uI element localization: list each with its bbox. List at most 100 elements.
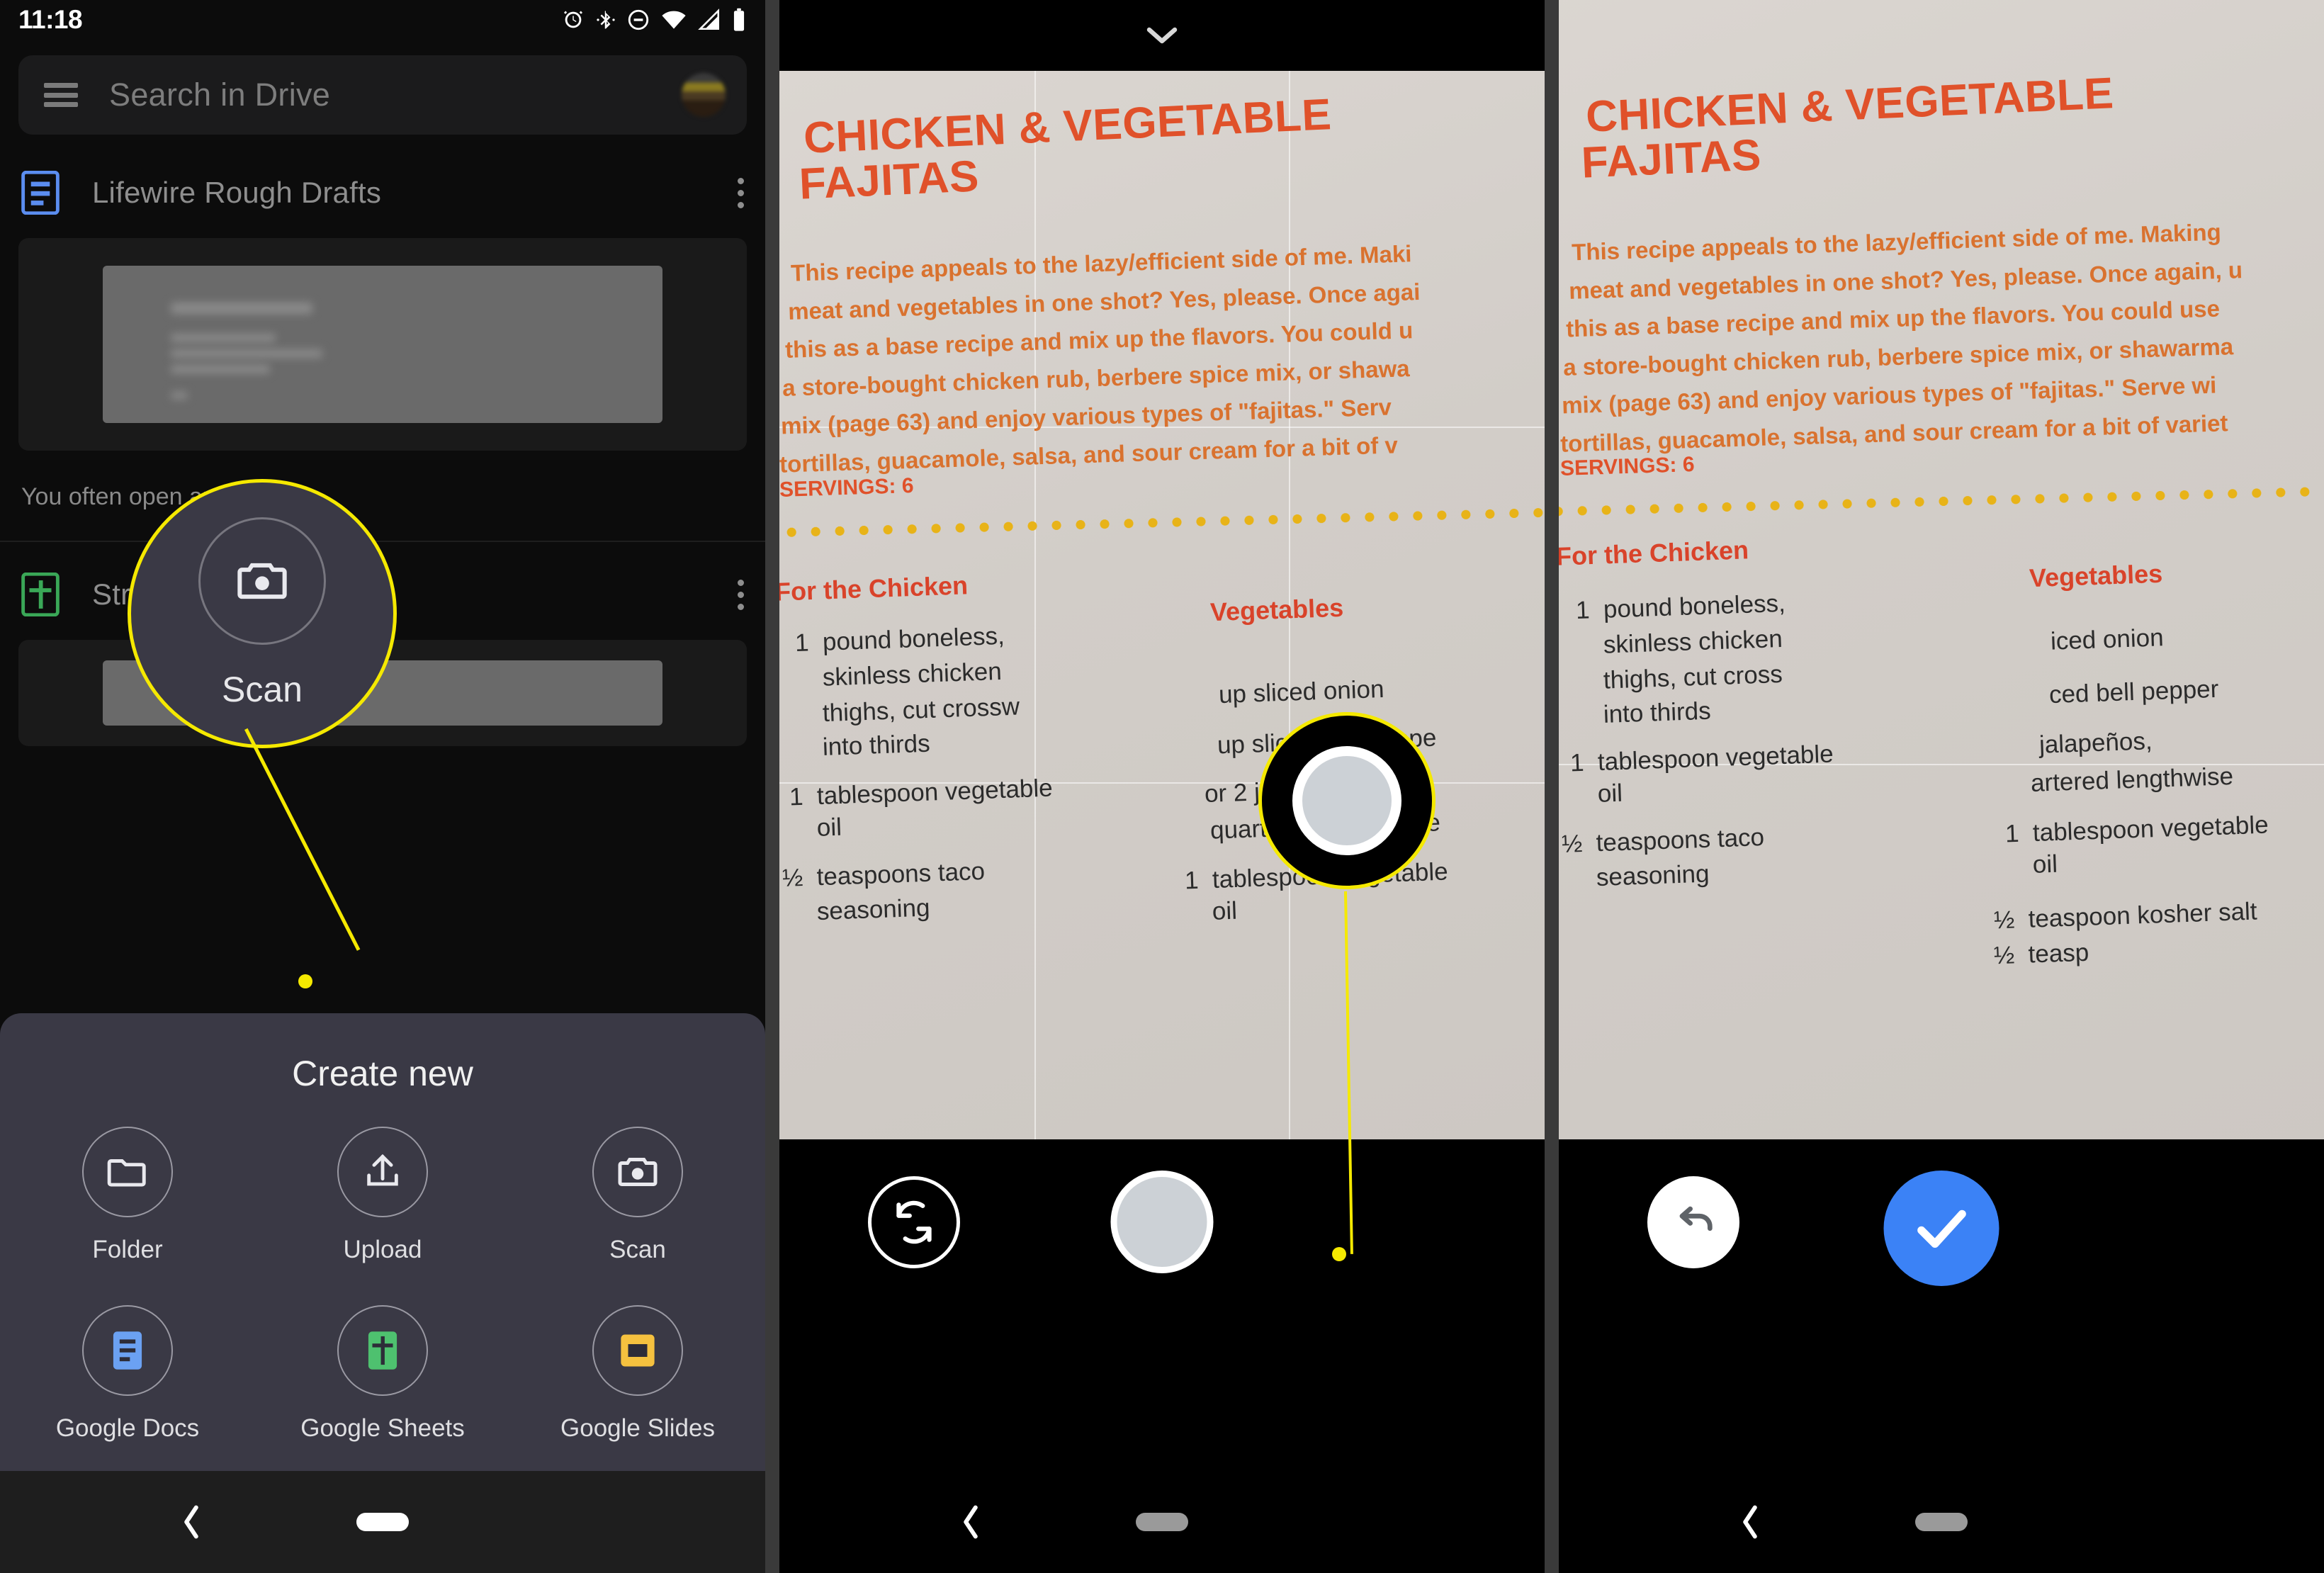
more-options-icon[interactable] (738, 177, 744, 208)
ingredient-left-2: skinless chicken (794, 657, 1003, 693)
folder-icon[interactable] (82, 1127, 173, 1217)
recipe-title-line1: CHICKEN & VEGETABLE (802, 90, 1333, 163)
scan-label: Scan (609, 1236, 666, 1263)
ingredient-left-8: seasoning (789, 893, 931, 927)
home-pill[interactable] (1915, 1513, 1968, 1531)
undo-button[interactable] (1647, 1176, 1739, 1268)
ingredient-left-8: seasoning (1568, 859, 1710, 893)
section-heading-vegetables: Vegetables (2029, 558, 2163, 593)
upload-icon[interactable] (337, 1127, 428, 1217)
create-slides-label: Google Slides (560, 1414, 715, 1442)
back-icon[interactable] (779, 1504, 1162, 1540)
flip-camera-button[interactable] (868, 1176, 960, 1268)
panel-scan-camera: CHICKEN & VEGETABLE FAJITAS This recipe … (779, 0, 1545, 1573)
system-nav-bar (1559, 1471, 2324, 1573)
ingredient-left-4: into thirds (1575, 697, 1712, 730)
create-new-sheet: Create new Folder Upload Scan Google Doc… (0, 1013, 765, 1471)
camera-preview: CHICKEN & VEGETABLE FAJITAS This recipe … (779, 71, 1545, 1139)
panel-divider (765, 0, 779, 1573)
shutter-callout-magnifier (1258, 712, 1435, 889)
create-folder-label: Folder (92, 1236, 163, 1263)
create-sheets-button[interactable]: Google Sheets (255, 1305, 510, 1443)
ingredient-left-7: ½ teaspoons taco (782, 857, 986, 892)
list-item[interactable]: Lifewire Rough Drafts (0, 156, 765, 230)
create-slides-button[interactable]: Google Slides (510, 1305, 765, 1443)
list-item-label: Lifewire Rough Drafts (92, 176, 382, 209)
ingredient-left-5: 1 tablespoon vegetable (1569, 740, 1834, 777)
ingredient-left-3: thighs, cut cross (1575, 660, 1783, 696)
system-nav-bar (0, 1471, 765, 1573)
ingredient-right-3: jalapeños, (2038, 727, 2153, 759)
done-button[interactable] (1883, 1171, 1999, 1286)
do-not-disturb-icon (628, 9, 649, 30)
create-sheets-label: Google Sheets (300, 1414, 465, 1442)
create-docs-label: Google Docs (55, 1414, 200, 1442)
create-docs-button[interactable]: Google Docs (0, 1305, 255, 1443)
ingredient-left-4: into thirds (794, 729, 931, 762)
ingredient-right-8: ½ teasp (1993, 938, 2089, 970)
google-sheets-icon[interactable] (337, 1305, 428, 1396)
back-icon[interactable] (0, 1504, 383, 1540)
check-mark-icon (1917, 1210, 1966, 1248)
ingredient-right-1: iced onion (2050, 624, 2165, 655)
scanned-page: CHICKEN & VEGETABLE FAJITAS This recipe … (779, 71, 1545, 1139)
avatar[interactable] (682, 73, 726, 117)
google-docs-icon (21, 171, 60, 215)
status-time: 11:18 (18, 5, 83, 34)
screenshot-root: 11:18 Search in Drive Lifewire Rough Dra… (0, 0, 2324, 1573)
system-nav-bar (779, 1471, 1545, 1573)
recipe-servings: SERVINGS: 6 (779, 474, 914, 502)
scanned-page: CHICKEN & VEGETABLE FAJITAS This recipe … (1559, 0, 2324, 1139)
upload-button[interactable]: Upload (255, 1127, 510, 1264)
ingredient-right-6: oil (1184, 896, 1238, 927)
decorative-dot-rule (779, 507, 1545, 538)
recipe-servings: SERVINGS: 6 (1559, 453, 1695, 480)
camera-scan-icon (237, 563, 287, 599)
ingredient-left-5: 1 tablespoon vegetable (789, 774, 1054, 811)
undo-icon (1679, 1206, 1713, 1231)
file-preview-card[interactable] (18, 238, 747, 451)
ingredient-left-7: ½ teaspoons taco (1561, 823, 1765, 858)
camera-scan-icon[interactable] (592, 1127, 683, 1217)
back-icon[interactable] (1559, 1504, 1941, 1540)
search-input[interactable]: Search in Drive (109, 77, 330, 113)
create-folder-button[interactable]: Folder (0, 1127, 255, 1264)
more-options-icon[interactable] (738, 579, 744, 610)
divider (0, 541, 765, 542)
panel-divider (1545, 0, 1559, 1573)
section-heading-vegetables: Vegetables (1209, 592, 1344, 627)
google-slides-icon[interactable] (592, 1305, 683, 1396)
ingredient-left-3: thighs, cut crossw (794, 692, 1020, 728)
recipe-title-line2: FAJITAS (798, 152, 981, 209)
scan-confirm-controls (1559, 1171, 2324, 1318)
scan-callout-label: Scan (222, 670, 303, 709)
alarm-icon (563, 11, 583, 28)
camera-controls (779, 1171, 1545, 1318)
sheet-title: Create new (292, 1054, 473, 1093)
hamburger-menu-icon[interactable] (44, 83, 78, 107)
shutter-button[interactable] (1110, 1171, 1214, 1273)
collapse-handle[interactable] (779, 0, 1545, 71)
ingredient-right-1: up sliced onion (1218, 675, 1385, 709)
ingredient-right-5: 1 tablespoon vegetable (2004, 811, 2269, 848)
home-pill[interactable] (1136, 1513, 1188, 1531)
wifi-icon (662, 11, 686, 29)
ingredient-right-2: ced bell pepper (2048, 675, 2219, 709)
ingredient-right-6: oil (2004, 850, 2058, 880)
shutter-button (1292, 746, 1401, 855)
callout-ring (198, 517, 326, 645)
recommendation-hint: You often open arou (21, 483, 238, 510)
status-icon-group (561, 8, 747, 32)
ingredient-right-7: ½ teaspoon kosher salt (1993, 897, 2258, 935)
create-new-grid: Folder Upload Scan Google Docs Google Sh… (0, 1127, 765, 1443)
decorative-dot-rule (1559, 485, 2324, 517)
bluetooth-icon (597, 11, 615, 29)
scan-result-preview: CHICKEN & VEGETABLE FAJITAS This recipe … (1559, 0, 2324, 1139)
google-docs-icon[interactable] (82, 1305, 173, 1396)
scan-button[interactable]: Scan (510, 1127, 765, 1264)
panel-scan-confirm: CHICKEN & VEGETABLE FAJITAS This recipe … (1559, 0, 2324, 1573)
search-bar[interactable]: Search in Drive (18, 55, 747, 135)
home-pill[interactable] (356, 1513, 409, 1531)
section-heading-chicken: For the Chicken (779, 570, 969, 607)
chevron-down-icon[interactable] (1145, 25, 1179, 46)
